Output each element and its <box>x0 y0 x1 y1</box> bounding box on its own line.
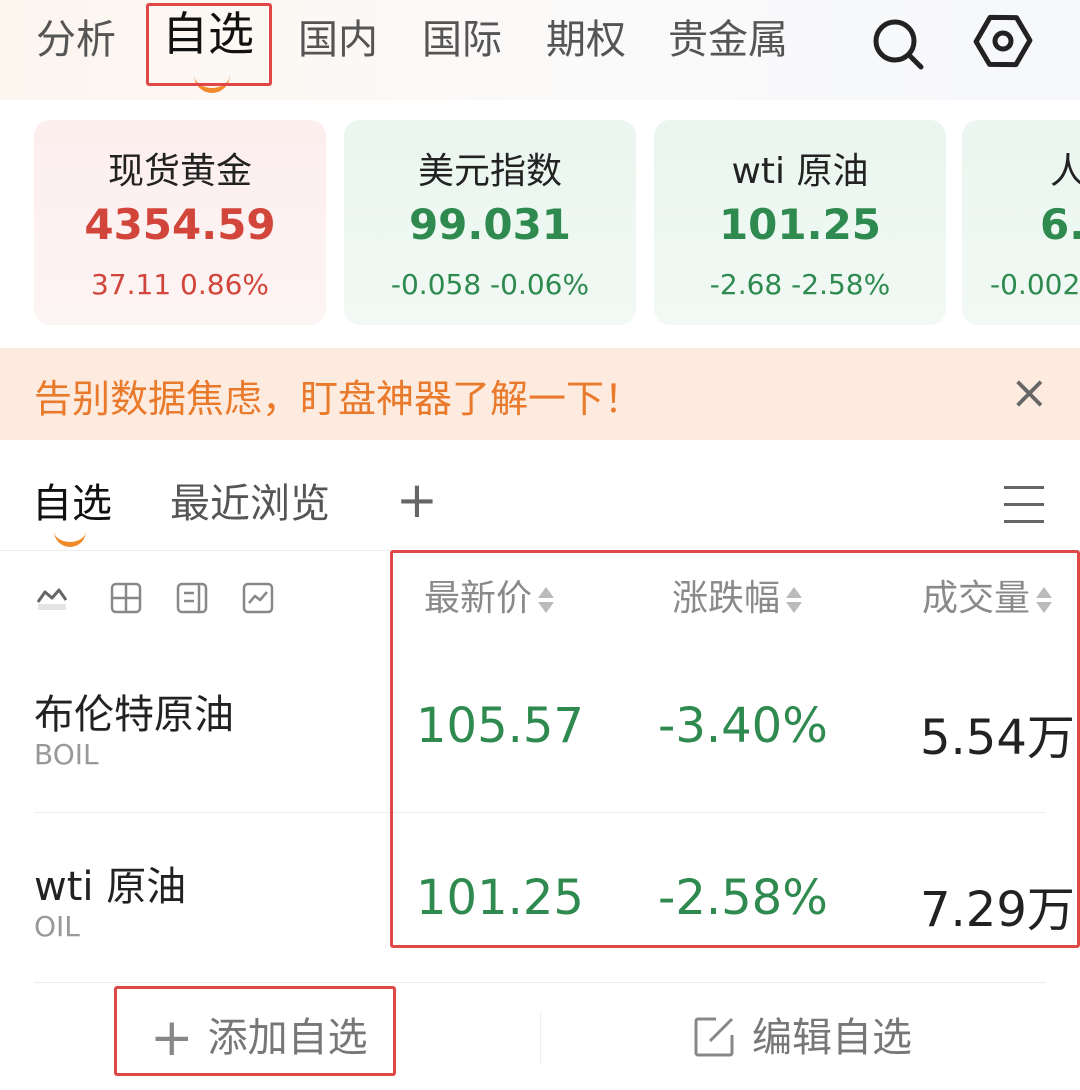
close-icon[interactable]: × <box>1010 362 1049 422</box>
card-change: -2.68 -2.58% <box>709 268 891 301</box>
card-view-icon[interactable] <box>176 582 208 614</box>
card-price: 4354.59 <box>84 200 276 249</box>
card-price: 101.25 <box>718 200 882 249</box>
card-price: 99.031 <box>408 200 572 249</box>
search-icon[interactable] <box>868 14 928 74</box>
card-change: 37.11 0.86% <box>90 268 269 301</box>
tab-international[interactable]: 国际 <box>422 14 502 66</box>
menu-icon[interactable] <box>1004 486 1044 523</box>
card-name: wti 原油 <box>731 151 869 192</box>
card-name: 美元指数 <box>417 151 562 192</box>
chart-view-icon[interactable] <box>242 582 274 614</box>
edit-watchlist-label: 编辑自选 <box>752 1015 912 1061</box>
hexagon-settings-icon[interactable] <box>972 10 1034 72</box>
row-name: 布伦特原油 <box>34 692 234 738</box>
card-price: 6. <box>1040 200 1080 249</box>
row-name: wti 原油 <box>34 864 187 910</box>
quote-card-gold[interactable]: 现货黄金 4354.59 37.11 0.86% <box>34 120 326 325</box>
tab-options[interactable]: 期权 <box>546 14 626 66</box>
card-name: 人 <box>1050 151 1080 192</box>
promo-banner[interactable]: 告别数据焦虑，盯盘神器了解一下！ × <box>0 348 1080 440</box>
banner-text: 告别数据焦虑，盯盘神器了解一下！ <box>34 377 643 421</box>
tab-domestic[interactable]: 国内 <box>298 14 378 66</box>
tab-analysis[interactable]: 分析 <box>36 14 116 66</box>
subtab-indicator <box>54 530 86 547</box>
quote-card-dollar-index[interactable]: 美元指数 99.031 -0.058 -0.06% <box>344 120 636 325</box>
line-view-icon[interactable] <box>36 582 68 614</box>
row-divider <box>34 982 1046 983</box>
row-code: OIL <box>34 910 80 943</box>
grid-view-icon[interactable] <box>110 582 142 614</box>
quote-card-wti[interactable]: wti 原油 101.25 -2.68 -2.58% <box>654 120 946 325</box>
highlight-box-columns <box>390 550 1080 948</box>
highlight-box-tab <box>146 3 272 86</box>
card-change: -0.058 -0.06% <box>390 268 590 301</box>
edit-icon <box>694 1017 734 1057</box>
add-group-button[interactable]: + <box>396 470 438 530</box>
subtab-recent[interactable]: 最近浏览 <box>170 478 330 530</box>
highlight-box-add <box>114 986 396 1076</box>
subtab-watchlist[interactable]: 自选 <box>32 478 112 530</box>
edit-watchlist-button[interactable]: 编辑自选 <box>692 1010 912 1066</box>
row-code: BOIL <box>34 738 99 771</box>
tab-precious-metals[interactable]: 贵金属 <box>668 14 788 66</box>
footer-divider <box>540 1012 541 1064</box>
card-name: 现货黄金 <box>107 151 252 192</box>
card-change: -0.002 <box>990 268 1080 301</box>
quote-card-partial[interactable]: 人 6. -0.002 <box>962 120 1080 325</box>
